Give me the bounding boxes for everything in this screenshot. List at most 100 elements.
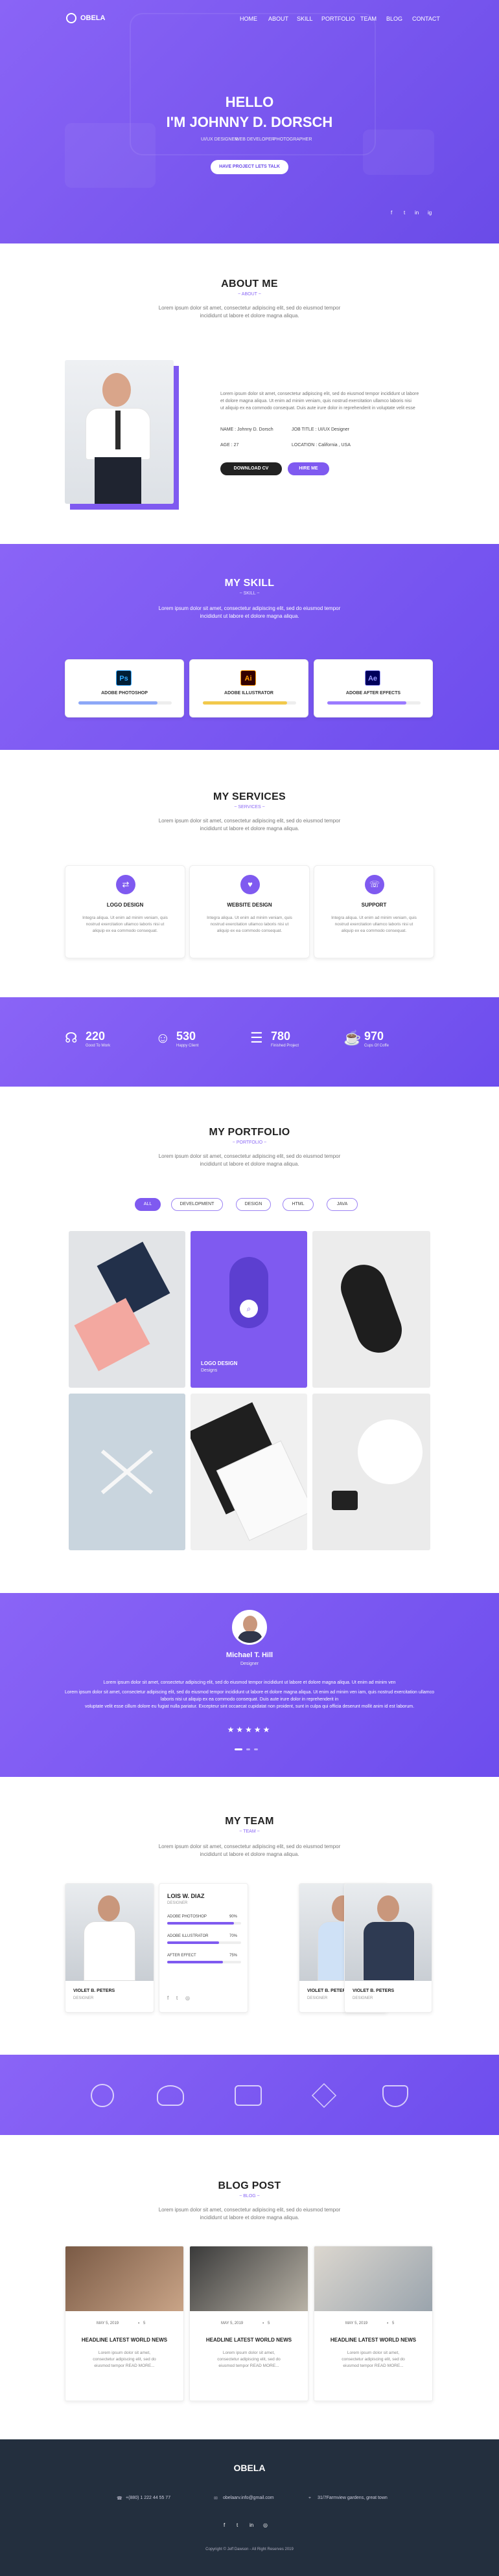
- service-card[interactable]: ☏ SUPPORT Integra aliqua. Ut enim ad min…: [314, 865, 434, 958]
- blog-card[interactable]: MAY 5, 2019 ▪ 5 HEADLINE LATEST WORLD NE…: [314, 2246, 433, 2401]
- blog-post-title[interactable]: HEADLINE LATEST WORLD NEWS: [65, 2337, 183, 2343]
- twitter-icon[interactable]: t: [237, 2522, 238, 2528]
- twitter-icon[interactable]: t: [404, 210, 405, 216]
- service-card[interactable]: ♥ WEBSITE DESIGN Integra aliqua. Ut enim…: [189, 865, 310, 958]
- skill-bar-track: [327, 701, 421, 705]
- filter-all[interactable]: ALL: [135, 1198, 161, 1211]
- portfolio-item-logo-design[interactable]: ⌕ LOGO DESIGN Designs: [191, 1231, 307, 1388]
- portfolio-item-coaster[interactable]: [312, 1394, 430, 1550]
- blog-image[interactable]: [65, 2246, 183, 2311]
- hire-me-button[interactable]: HIRE ME: [288, 462, 329, 475]
- slider-dot[interactable]: [254, 1748, 258, 1750]
- team-photo: [65, 1884, 154, 1981]
- logo-text[interactable]: OBELA: [80, 14, 106, 22]
- search-icon[interactable]: ⌕: [240, 1300, 258, 1318]
- app-icon: Ae: [365, 670, 380, 686]
- team-subtitle: ~ TEAM ~: [239, 1829, 260, 1834]
- portfolio-item-stationery[interactable]: [69, 1231, 185, 1388]
- facebook-icon[interactable]: f: [224, 2522, 225, 2528]
- twitter-icon[interactable]: t: [176, 1995, 178, 2001]
- blog-intro: Lorem ipsum dolor sit amet, consectetur …: [158, 2207, 341, 2213]
- skill-intro: incididunt ut labore et dolore magna ali…: [200, 613, 299, 619]
- slider-dot[interactable]: [246, 1748, 250, 1750]
- featured-skill-pct: 75%: [229, 1954, 238, 1958]
- filter-design[interactable]: DESIGN: [236, 1198, 271, 1211]
- nav-team[interactable]: TEAM: [360, 16, 377, 22]
- skill-bar-fill: [78, 701, 158, 705]
- blog-image[interactable]: [190, 2246, 308, 2311]
- footer-email[interactable]: obelaarv.info@gmail.com: [223, 2496, 274, 2500]
- service-text: nostrud exercitation ullamco laboris nis…: [210, 922, 289, 927]
- portfolio-subtitle: ~ PORTFOLIO ~: [232, 1140, 267, 1145]
- about-intro: incididunt ut labore et dolore magna ali…: [200, 313, 299, 319]
- app-icon: Ps: [116, 670, 132, 686]
- service-text: Integra aliqua. Ut enim ad minim veniam,…: [207, 916, 292, 920]
- team-intro: incididunt ut labore et dolore magna ali…: [200, 1851, 299, 1857]
- skill-section: [0, 544, 499, 750]
- nav-blog[interactable]: BLOG: [386, 16, 402, 22]
- nav-skill[interactable]: SKILL: [297, 16, 313, 22]
- filter-java[interactable]: JAVA: [327, 1198, 358, 1211]
- logo-icon[interactable]: [66, 13, 76, 23]
- team-card[interactable]: VIOLET B. PETERS DESIGNER: [65, 1883, 154, 2013]
- featured-skill-pct: 70%: [229, 1934, 238, 1938]
- comment-icon: ▪: [262, 2322, 264, 2325]
- client-logo-icon: [157, 2085, 184, 2106]
- download-cv-button[interactable]: DOWNLOAD CV: [220, 462, 282, 475]
- nav-portfolio[interactable]: PORTFOLIO: [321, 16, 355, 22]
- blog-excerpt[interactable]: eiusmod tempor READ MORE...: [314, 2363, 432, 2369]
- instagram-icon[interactable]: ig: [428, 210, 432, 216]
- notebook-shape: [97, 1241, 170, 1318]
- hero-cta-button[interactable]: HAVE PROJECT LETS TALK: [211, 160, 288, 174]
- team-card-featured[interactable]: LOIS W. DIAZ DESIGNER ADOBE PHOTOSHOP 90…: [159, 1883, 248, 2013]
- skill-card: Ai ADOBE ILLUSTRATOR: [189, 659, 308, 717]
- team-photo: [345, 1884, 432, 1981]
- portfolio-item-business-card[interactable]: [191, 1394, 307, 1550]
- blog-excerpt[interactable]: eiusmod tempor READ MORE...: [65, 2363, 183, 2369]
- filter-html[interactable]: HTML: [283, 1198, 314, 1211]
- instagram-icon[interactable]: ◎: [263, 2522, 268, 2528]
- team-card[interactable]: VIOLET B. PETERS DESIGNER: [344, 1883, 432, 2013]
- location-icon: ⌖: [308, 2496, 311, 2500]
- blog-excerpt[interactable]: eiusmod tempor READ MORE...: [190, 2363, 308, 2369]
- nav-home[interactable]: HOME: [240, 16, 257, 22]
- counter-label: Cups Of Coffe: [364, 1044, 389, 1048]
- featured-skill-name: AFTER EFFECT: [167, 1954, 196, 1958]
- portfolio-intro: Lorem ipsum dolor sit amet, consectetur …: [158, 1153, 341, 1159]
- portfolio-item-watch[interactable]: [312, 1231, 430, 1388]
- testimonial-name: Michael T. Hill: [226, 1651, 273, 1659]
- blog-excerpt: Lorem ipsum dolor sit amet,: [98, 2351, 151, 2355]
- facebook-icon[interactable]: f: [391, 210, 392, 216]
- skill-bar-fill: [327, 701, 407, 705]
- linkedin-icon[interactable]: in: [415, 210, 419, 216]
- blog-subtitle: ~ BLOG ~: [239, 2194, 260, 2198]
- member-name: VIOLET B. PETERS: [73, 1989, 115, 1993]
- facebook-icon[interactable]: f: [167, 1995, 168, 2001]
- blog-image[interactable]: [314, 2246, 432, 2311]
- blog-card[interactable]: MAY 5, 2019 ▪ 5 HEADLINE LATEST WORLD NE…: [65, 2246, 184, 2401]
- portfolio-title: MY PORTFOLIO: [209, 1127, 290, 1138]
- skill-subtitle: ~ SKILL ~: [239, 591, 260, 596]
- slider-dot-active[interactable]: [235, 1748, 242, 1750]
- nav-about[interactable]: ABOUT: [268, 16, 288, 22]
- client-logo-icon: [235, 2085, 262, 2106]
- footer-phone: +(880) 1 222 44 55 77: [126, 2496, 171, 2500]
- portfolio-item-drone[interactable]: [69, 1394, 185, 1550]
- blog-post-title[interactable]: HEADLINE LATEST WORLD NEWS: [314, 2337, 432, 2343]
- testimonial-text: Lorem ipsum dolor sit amet, consectetur …: [103, 1680, 396, 1685]
- blog-comments: 5: [268, 2322, 270, 2325]
- blog-post-title[interactable]: HEADLINE LATEST WORLD NEWS: [190, 2337, 308, 2343]
- footer-logo[interactable]: OBELA: [0, 2463, 499, 2473]
- service-text: nostrud exercitation ullamco laboris nis…: [334, 922, 413, 927]
- filter-development[interactable]: DEVELOPMENT: [171, 1198, 223, 1211]
- nav-contact[interactable]: CONTACT: [412, 16, 440, 22]
- instagram-icon[interactable]: ◎: [185, 1995, 190, 2001]
- service-text: nostrud exercitation ullamco laboris nis…: [86, 922, 165, 927]
- featured-skill-fill: [167, 1922, 234, 1925]
- skill-bar-track: [203, 701, 296, 705]
- blog-card[interactable]: MAY 5, 2019 ▪ 5 HEADLINE LATEST WORLD NE…: [189, 2246, 308, 2401]
- service-card[interactable]: ⇄ LOGO DESIGN Integra aliqua. Ut enim ad…: [65, 865, 185, 958]
- featured-skill-track: [167, 1941, 241, 1944]
- linkedin-icon[interactable]: in: [250, 2522, 253, 2528]
- services-intro: Lorem ipsum dolor sit amet, consectetur …: [158, 818, 341, 824]
